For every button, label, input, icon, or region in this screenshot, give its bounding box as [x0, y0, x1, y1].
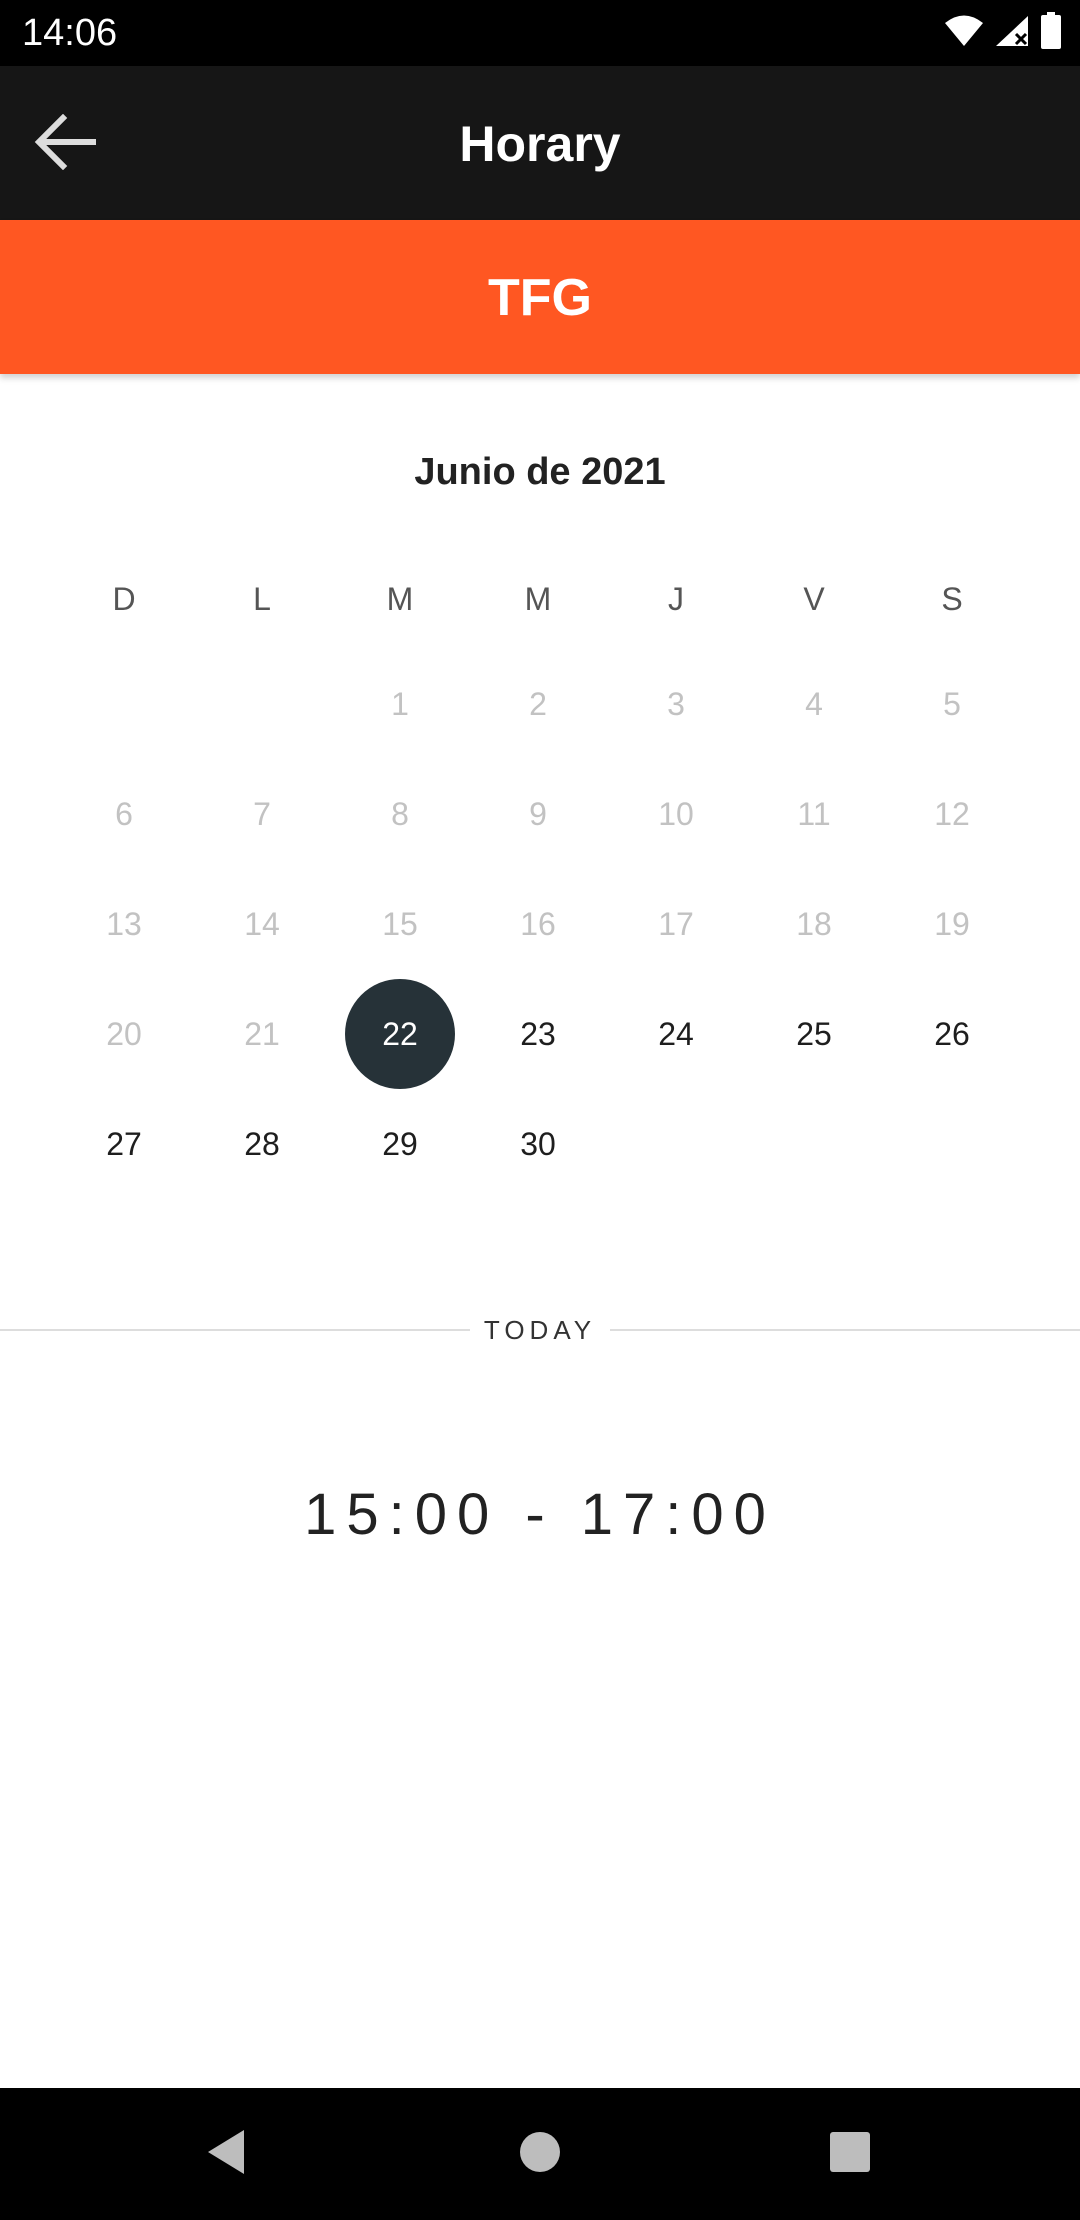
calendar-day-number: 14 — [244, 905, 280, 942]
today-label: TODAY — [483, 1315, 597, 1345]
calendar-day[interactable]: 1 — [331, 649, 469, 759]
calendar-day[interactable]: 9 — [469, 759, 607, 869]
calendar-day[interactable]: 23 — [469, 979, 607, 1089]
divider — [0, 1329, 470, 1331]
calendar-day[interactable]: 25 — [745, 979, 883, 1089]
calendar-empty-cell — [745, 1089, 883, 1199]
calendar-day-number: 3 — [667, 685, 685, 722]
weekday-header: D L M M J V S — [55, 568, 1021, 630]
calendar-empty-cell — [883, 1089, 1021, 1199]
toolbar: Horary — [0, 66, 1080, 220]
page-title: Horary — [459, 116, 621, 172]
calendar-day[interactable]: 27 — [55, 1089, 193, 1199]
calendar-day-number: 9 — [529, 795, 547, 832]
time-range: 15:00 - 17:00 — [304, 1482, 776, 1547]
signal-icon — [994, 14, 1030, 53]
calendar-day[interactable]: 11 — [745, 759, 883, 869]
calendar-day[interactable]: 13 — [55, 869, 193, 979]
status-bar: 14:06 — [0, 0, 1080, 66]
calendar-day-number: 15 — [382, 905, 418, 942]
battery-icon — [1040, 11, 1062, 55]
status-icons — [944, 11, 1062, 55]
navigation-bar — [0, 2088, 1080, 2220]
month-title: Junio de 2021 — [414, 451, 666, 493]
calendar-empty-cell — [55, 649, 193, 759]
calendar-day-number: 12 — [934, 795, 970, 832]
weekday-label: L — [253, 580, 271, 617]
calendar-day-number: 2 — [529, 685, 547, 722]
calendar-day-number: 6 — [115, 795, 133, 832]
calendar-day-number: 20 — [106, 1015, 142, 1052]
nav-back-button[interactable] — [190, 2118, 262, 2190]
calendar-day-number: 24 — [658, 1015, 694, 1052]
calendar-day-number: 5 — [943, 685, 961, 722]
status-time: 14:06 — [22, 12, 118, 54]
calendar-day[interactable]: 17 — [607, 869, 745, 979]
calendar-day[interactable]: 7 — [193, 759, 331, 869]
calendar-day-number: 1 — [391, 685, 409, 722]
calendar-day-selected[interactable]: 22 — [331, 979, 469, 1089]
calendar-day[interactable]: 24 — [607, 979, 745, 1089]
calendar-day-number: 28 — [244, 1125, 280, 1162]
calendar-day-number: 27 — [106, 1125, 142, 1162]
home-circle-icon — [518, 2130, 562, 2179]
nav-recents-button[interactable] — [814, 2118, 886, 2190]
calendar-empty-cell — [193, 649, 331, 759]
calendar-day[interactable]: 18 — [745, 869, 883, 979]
calendar-day-number: 8 — [391, 795, 409, 832]
calendar-day-number: 17 — [658, 905, 694, 942]
banner: TFG — [0, 220, 1080, 374]
calendar-day[interactable]: 2 — [469, 649, 607, 759]
banner-title: TFG — [488, 269, 592, 327]
weekday-label: J — [668, 580, 684, 617]
weekday-label: M — [386, 580, 414, 617]
calendar-day[interactable]: 15 — [331, 869, 469, 979]
calendar-day-number: 29 — [382, 1125, 418, 1162]
calendar-day-number: 30 — [520, 1125, 556, 1162]
calendar-day[interactable]: 20 — [55, 979, 193, 1089]
divider — [610, 1329, 1080, 1331]
nav-home-button[interactable] — [504, 2118, 576, 2190]
calendar-day[interactable]: 12 — [883, 759, 1021, 869]
calendar-day[interactable]: 21 — [193, 979, 331, 1089]
calendar-day[interactable]: 29 — [331, 1089, 469, 1199]
calendar-day-number: 7 — [253, 795, 271, 832]
weekday-label: S — [941, 580, 963, 617]
calendar-day[interactable]: 10 — [607, 759, 745, 869]
calendar-day[interactable]: 16 — [469, 869, 607, 979]
weekday-label: D — [112, 580, 136, 617]
calendar-day-number: 25 — [796, 1015, 832, 1052]
calendar-day-number: 26 — [934, 1015, 970, 1052]
calendar-day-number: 18 — [796, 905, 832, 942]
calendar-day-number: 22 — [345, 979, 455, 1089]
calendar-day-number: 16 — [520, 905, 556, 942]
back-triangle-icon — [204, 2128, 248, 2181]
weekday-label: M — [524, 580, 552, 617]
calendar-day[interactable]: 3 — [607, 649, 745, 759]
calendar-day-number: 10 — [658, 795, 694, 832]
calendar-day-number: 21 — [244, 1015, 280, 1052]
calendar-day[interactable]: 28 — [193, 1089, 331, 1199]
calendar-day[interactable]: 30 — [469, 1089, 607, 1199]
calendar-day[interactable]: 4 — [745, 649, 883, 759]
calendar-day[interactable]: 8 — [331, 759, 469, 869]
calendar-day-number: 23 — [520, 1015, 556, 1052]
calendar-day-number: 13 — [106, 905, 142, 942]
calendar-day-number: 4 — [805, 685, 823, 722]
recents-square-icon — [828, 2130, 872, 2179]
calendar-day[interactable]: 14 — [193, 869, 331, 979]
weekday-label: V — [803, 580, 825, 617]
calendar-empty-cell — [607, 1089, 745, 1199]
calendar-day[interactable]: 26 — [883, 979, 1021, 1089]
calendar-day[interactable]: 5 — [883, 649, 1021, 759]
today-separator: TODAY — [0, 1310, 1080, 1350]
screen: 14:06 Horary TFG Junio de 2021 D L M M J… — [0, 0, 1080, 2220]
calendar-day[interactable]: 6 — [55, 759, 193, 869]
calendar-day-number: 11 — [797, 795, 831, 832]
wifi-icon — [944, 14, 984, 53]
calendar-day[interactable]: 19 — [883, 869, 1021, 979]
calendar-day-number: 19 — [934, 905, 970, 942]
calendar-grid: 1 2 3 4 5 6 7 8 9 10 11 12 13 14 15 16 17 18 19 20 21 22 23 24 2… — [55, 649, 1021, 1199]
